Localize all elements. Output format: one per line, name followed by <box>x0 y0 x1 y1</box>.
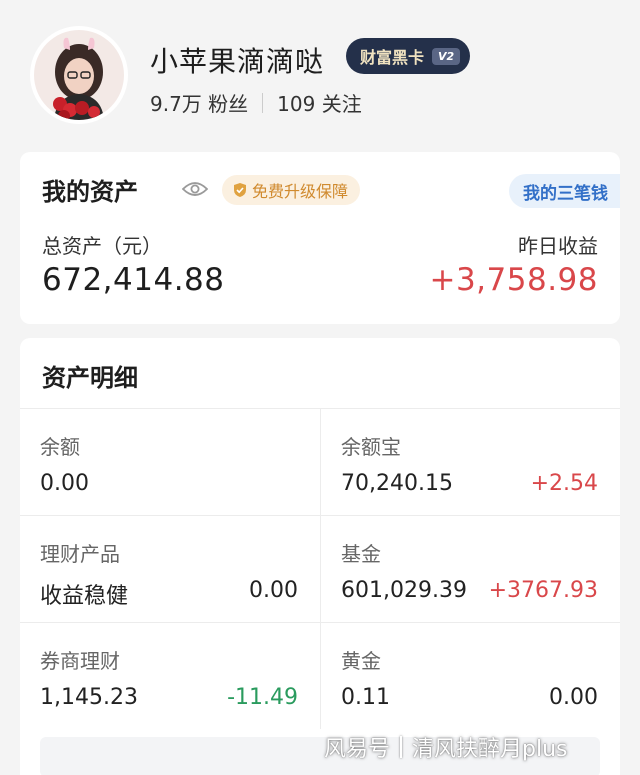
follow-label: 关注 <box>321 92 362 116</box>
fans-label: 粉丝 <box>208 92 249 116</box>
follow-stat[interactable]: 109 关注 <box>277 88 362 117</box>
my-assets-card: 我的资产 免费升级保障 我的三笔钱 总资产（元） 672,414.88 昨日收益… <box>20 152 620 324</box>
asset-change: 0.00 <box>549 685 598 710</box>
avatar[interactable] <box>30 26 128 124</box>
follow-stats: 9.7万 粉丝 109 关注 <box>150 88 362 117</box>
total-assets-value: 672,414.88 <box>42 262 225 298</box>
profile-header: 小苹果滴滴哒 财富黑卡 V2 9.7万 粉丝 109 关注 <box>0 0 640 150</box>
watermark-author: 清风扶醉月plus <box>412 737 568 762</box>
asset-cell-wealth-products[interactable]: 理财产品 收益稳健 0.00 <box>20 516 320 622</box>
upgrade-protection-button[interactable]: 免费升级保障 <box>222 175 361 205</box>
watermark: 风易号 清风扶醉月plus <box>324 730 568 764</box>
wealth-card-badge[interactable]: 财富黑卡 V2 <box>346 38 471 74</box>
my-three-funds-button[interactable]: 我的三笔钱 <box>509 174 620 208</box>
asset-cell-gold[interactable]: 黄金 0.11 0.00 <box>320 623 620 729</box>
shield-check-icon <box>234 183 246 197</box>
asset-value: 70,240.15 <box>341 471 453 496</box>
detail-row: 券商理财 1,145.23 -11.49 黄金 0.11 0.00 <box>20 622 620 729</box>
detail-title: 资产明细 <box>42 364 138 392</box>
asset-label: 券商理财 <box>40 649 120 673</box>
avatar-image <box>34 30 124 120</box>
eye-icon[interactable] <box>182 179 208 199</box>
asset-label: 余额 <box>40 435 80 459</box>
total-assets-label: 总资产（元） <box>42 234 162 258</box>
detail-row: 余额 0.00 余额宝 70,240.15 +2.54 <box>20 408 620 515</box>
asset-label: 黄金 <box>341 649 381 673</box>
fans-stat[interactable]: 9.7万 粉丝 <box>150 88 248 117</box>
username: 小苹果滴滴哒 <box>150 45 325 78</box>
badge-version: V2 <box>432 47 461 65</box>
asset-cell-fund[interactable]: 基金 601,029.39 +3767.93 <box>320 516 620 622</box>
asset-label: 余额宝 <box>341 435 401 459</box>
watermark-source: 风易号 <box>324 737 391 762</box>
asset-label: 基金 <box>341 542 381 566</box>
asset-cell-balance[interactable]: 余额 0.00 <box>20 409 320 515</box>
asset-detail-grid: 余额 0.00 余额宝 70,240.15 +2.54 理财产品 收益稳健 0.… <box>20 408 620 729</box>
upgrade-label: 免费升级保障 <box>252 182 349 201</box>
asset-value: 1,145.23 <box>40 685 138 710</box>
assets-title: 我的资产 <box>42 178 138 206</box>
asset-change: +2.54 <box>530 471 598 496</box>
fans-count: 9.7万 <box>150 92 202 116</box>
asset-value: 收益稳健 <box>40 584 129 609</box>
yesterday-earnings-value: +3,758.98 <box>429 262 598 298</box>
detail-row: 理财产品 收益稳健 0.00 基金 601,029.39 +3767.93 <box>20 515 620 622</box>
asset-cell-broker[interactable]: 券商理财 1,145.23 -11.49 <box>20 623 320 729</box>
badge-label: 财富黑卡 <box>360 48 425 67</box>
asset-label: 理财产品 <box>40 542 120 566</box>
asset-change: -11.49 <box>227 685 298 710</box>
watermark-divider <box>400 736 403 758</box>
follow-count: 109 <box>277 92 316 116</box>
yesterday-earnings-label: 昨日收益 <box>518 234 598 258</box>
asset-value: 601,029.39 <box>341 578 467 603</box>
asset-cell-yuebao[interactable]: 余额宝 70,240.15 +2.54 <box>320 409 620 515</box>
asset-change: +3767.93 <box>488 578 598 603</box>
asset-value: 0.11 <box>341 685 390 710</box>
asset-detail-card: 资产明细 余额 0.00 余额宝 70,240.15 +2.54 理财产品 收益… <box>20 338 620 775</box>
asset-value: 0.00 <box>40 471 89 496</box>
divider <box>262 92 264 113</box>
asset-change: 0.00 <box>249 578 298 603</box>
